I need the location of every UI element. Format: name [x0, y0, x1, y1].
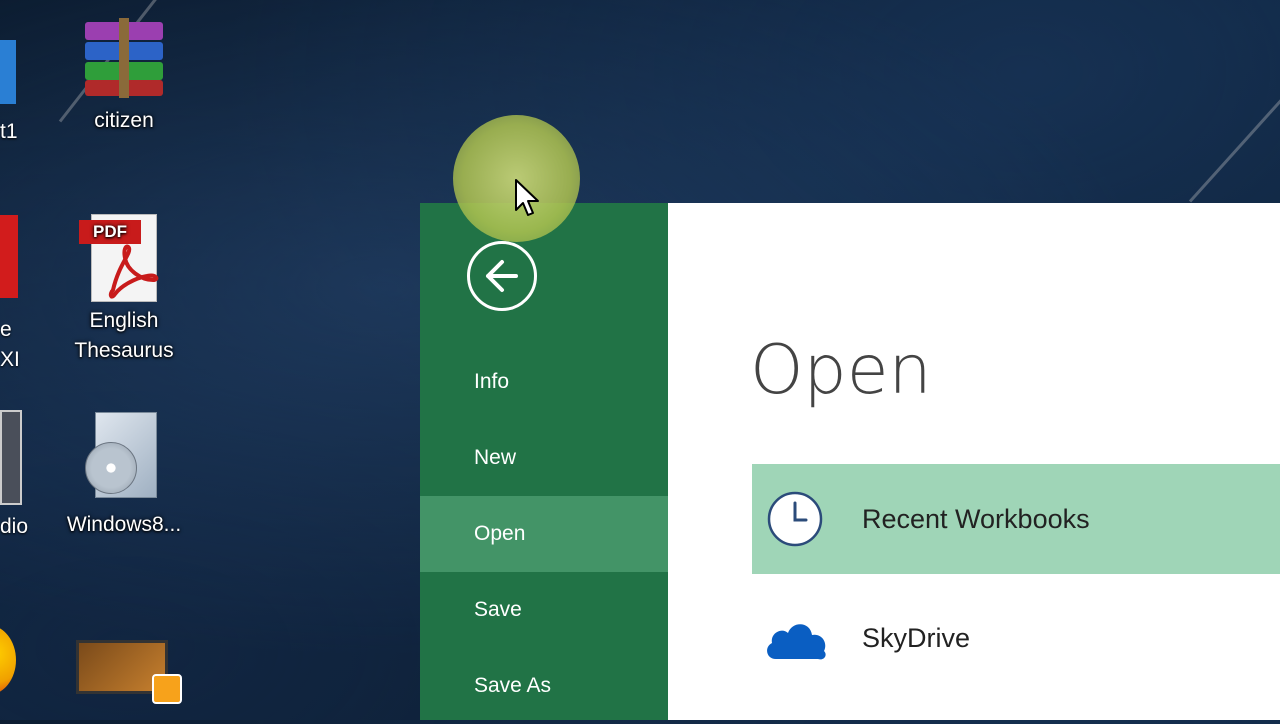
video-file-icon [76, 640, 182, 704]
wallpaper-streak [1188, 96, 1280, 203]
desktop-icon-english-thesaurus[interactable]: PDF English Thesaurus [59, 214, 189, 366]
nav-item-save-as[interactable]: Save As [420, 648, 668, 724]
place-recent-workbooks[interactable]: Recent Workbooks [752, 464, 1280, 574]
nav-item-open[interactable]: Open [420, 496, 668, 572]
partial-icon-label: t1 [0, 120, 18, 143]
desktop-icon-video[interactable] [59, 640, 189, 704]
partial-icon-label: XI [0, 348, 20, 371]
cloud-icon [767, 624, 826, 660]
back-button[interactable] [467, 241, 537, 311]
desktop-icon-windows8[interactable]: Windows8... [59, 412, 189, 540]
desktop-icon-label: Windows8... [66, 513, 182, 536]
nav-item-save[interactable]: Save [420, 572, 668, 648]
place-label: SkyDrive [862, 623, 971, 653]
partial-icon-orange[interactable] [0, 625, 16, 695]
nav-item-info[interactable]: Info [420, 344, 668, 420]
backstage-content: Open Recent Workbooks SkyDrive [668, 203, 1280, 720]
desktop-icon-label: citizen [94, 109, 154, 132]
page-title: Open [750, 331, 932, 410]
software-installer-icon [85, 412, 163, 502]
place-label: Recent Workbooks [862, 504, 1090, 534]
back-arrow-icon [486, 260, 518, 292]
partial-icon-label: e [0, 318, 12, 341]
place-skydrive[interactable]: SkyDrive [752, 583, 1280, 693]
pdf-file-icon: PDF [79, 214, 169, 302]
desktop-icon-label: English Thesaurus [74, 309, 174, 362]
partial-icon-red[interactable] [0, 215, 18, 298]
partial-icon-device[interactable] [0, 410, 22, 505]
desktop-icon-citizen[interactable]: citizen [59, 18, 189, 136]
clock-icon [767, 491, 823, 547]
partial-icon-label: dio [0, 515, 29, 538]
partial-icon-blue[interactable] [0, 40, 16, 104]
winrar-archive-icon [81, 18, 167, 98]
mouse-pointer-icon [515, 179, 539, 216]
excel-backstage: Info New Open Save Save As Open Recent W… [420, 203, 1280, 720]
backstage-nav: Info New Open Save Save As [420, 203, 668, 720]
nav-item-new[interactable]: New [420, 420, 668, 496]
